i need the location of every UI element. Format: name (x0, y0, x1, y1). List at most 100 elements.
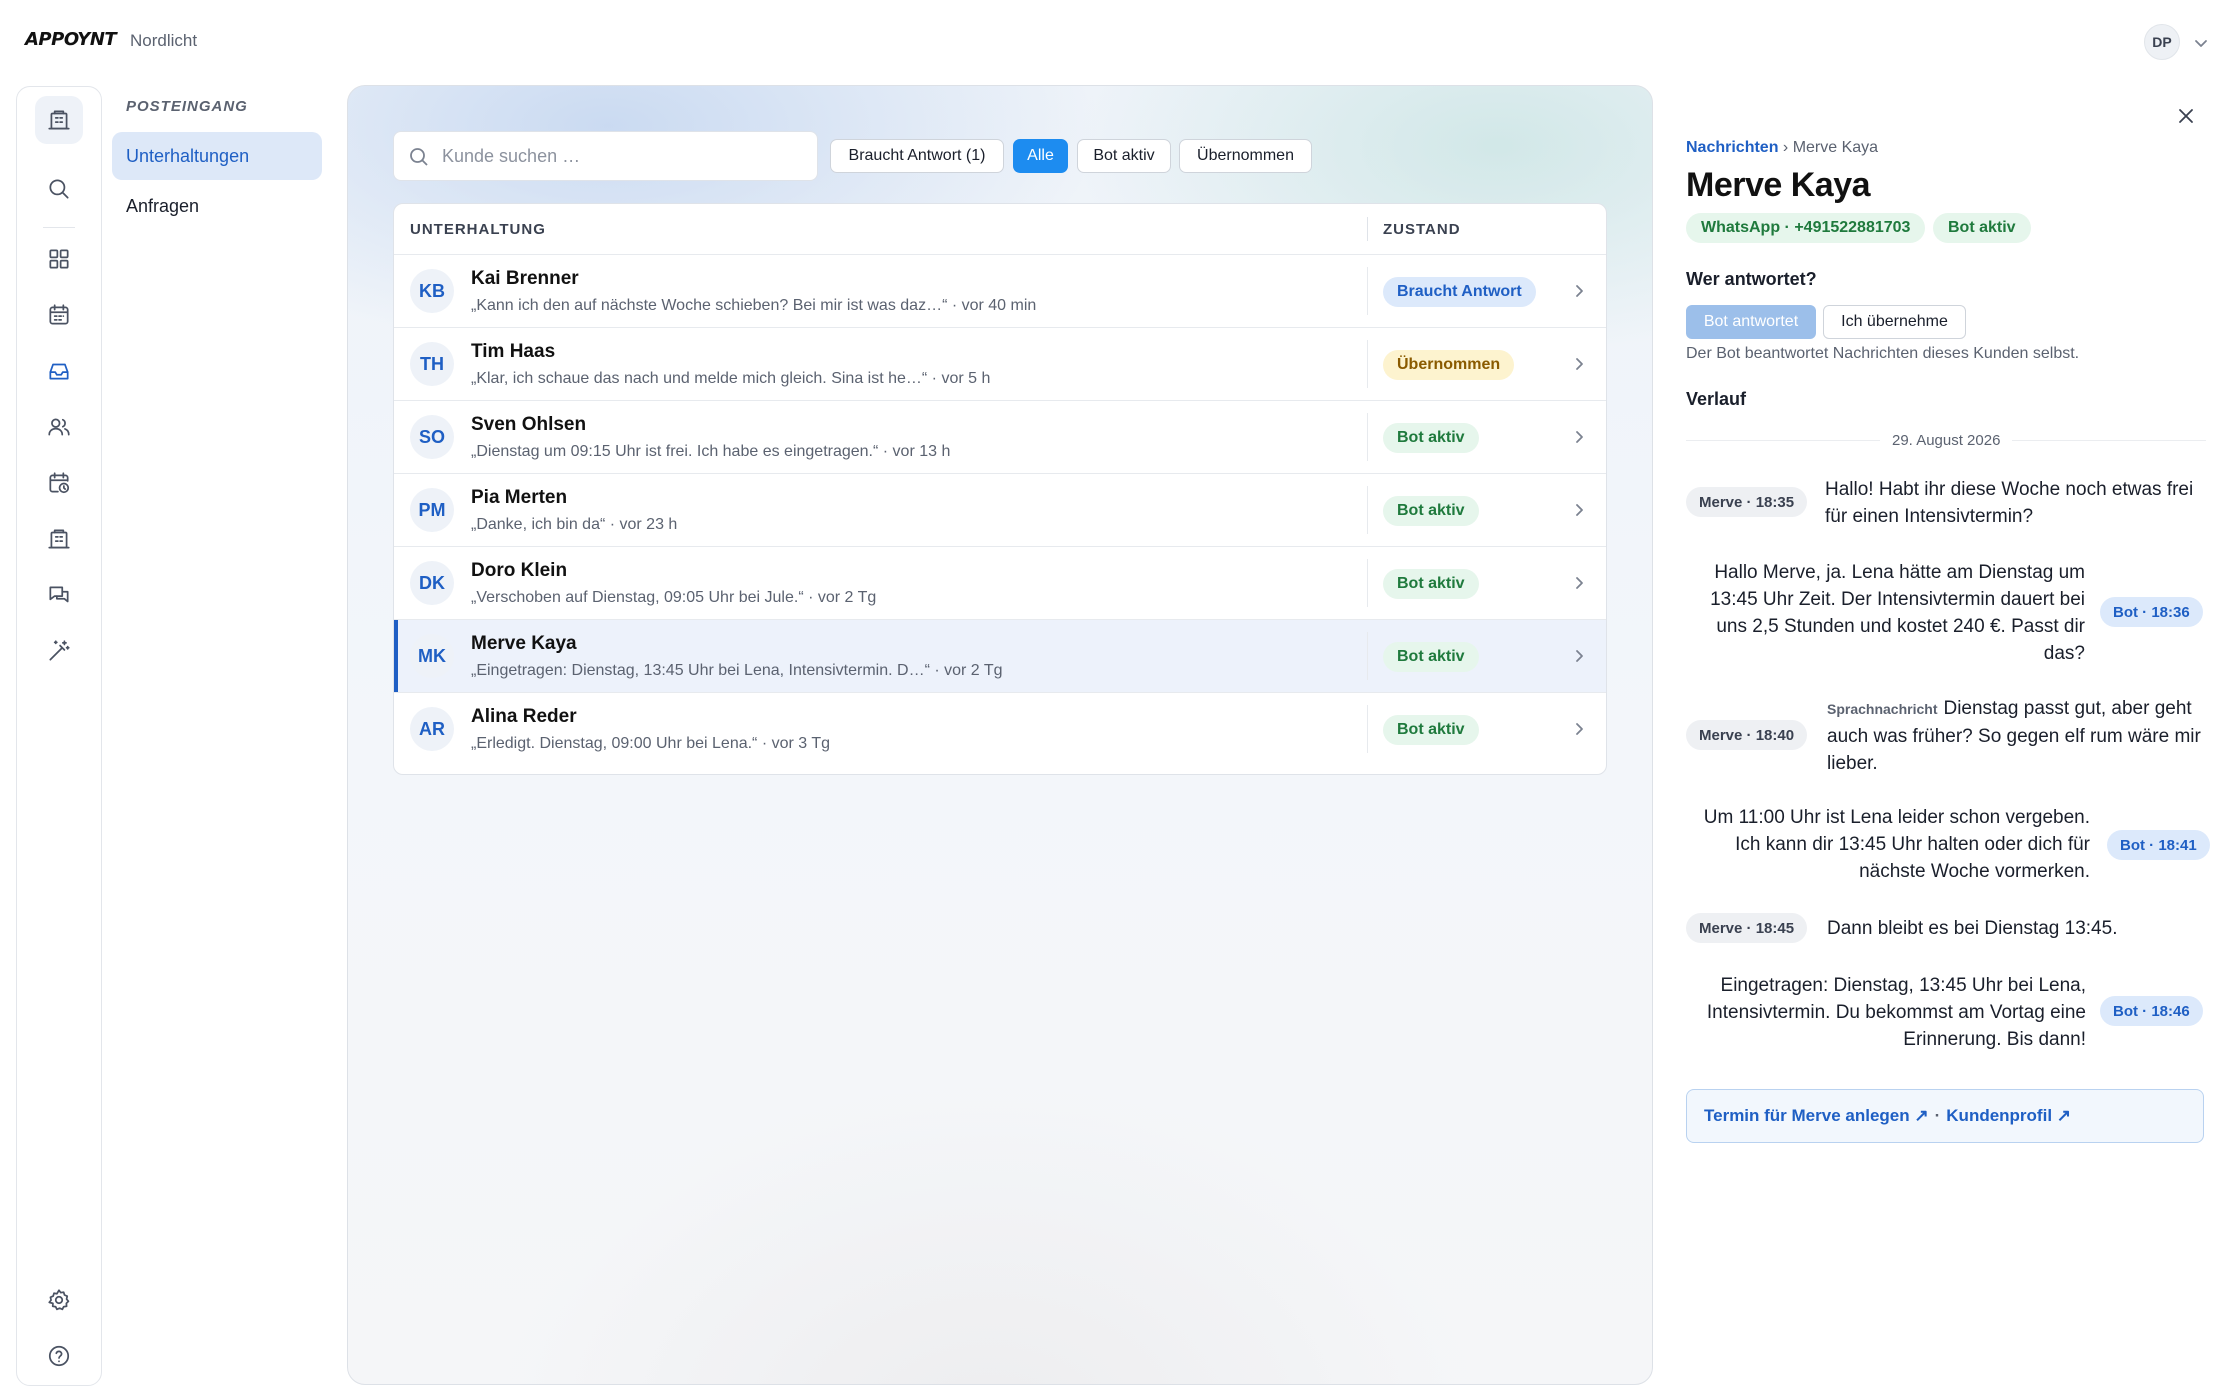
rail-messages-button[interactable] (35, 571, 83, 619)
table-row[interactable]: TH Tim Haas „Klar, ich schaue das nach u… (394, 327, 1606, 400)
rail-customers-button[interactable] (35, 403, 83, 451)
gear-icon (48, 1289, 70, 1311)
workspace-name[interactable]: Nordlicht (130, 31, 197, 51)
history-label: Verlauf (1686, 389, 1747, 409)
breadcrumb: Nachrichten › Merve Kaya (1686, 139, 1878, 157)
row-message-preview: „Verschoben auf Dienstag, 09:05 Uhr bei … (471, 589, 877, 606)
close-icon[interactable] (2172, 102, 2200, 130)
avatar: SO (410, 415, 454, 459)
filter-bot-active[interactable]: Bot aktiv (1077, 139, 1171, 173)
table-row[interactable]: PM Pia Merten „Danke, ich bin da“ · vor … (394, 473, 1606, 546)
magic-wand-icon (49, 640, 70, 661)
row-message-preview: „Kann ich den auf nächste Woche schieben… (471, 297, 1037, 314)
row-customer-name: Sven Ohlsen (471, 414, 587, 435)
users-icon (48, 418, 70, 436)
search-icon (410, 148, 428, 166)
subnav-item-conversations[interactable]: Unterhaltungen (112, 132, 322, 180)
message-sender-tag: Bot · 18:41 (2107, 830, 2210, 860)
chevron-down-icon[interactable] (2192, 34, 2208, 50)
row-divider (1367, 267, 1368, 315)
row-message-preview: „Erledigt. Dienstag, 09:00 Uhr bei Lena.… (471, 735, 830, 752)
bot-replies-button[interactable]: Bot antwortet (1686, 305, 1816, 339)
status-badge: Bot aktiv (1383, 715, 1479, 745)
table-row[interactable]: SO Sven Ohlsen „Dienstag um 09:15 Uhr is… (394, 400, 1606, 473)
create-appointment-link[interactable]: Termin für Merve anlegen ↗ (1704, 1106, 1929, 1126)
page-title: Merve Kaya (1686, 166, 1871, 204)
rail-divider (43, 227, 75, 228)
rail-settings-button[interactable] (35, 1276, 83, 1324)
chevron-right-icon (1570, 647, 1588, 665)
rail-help-button[interactable] (35, 1332, 83, 1380)
table-row[interactable]: KB Kai Brenner „Kann ich den auf nächste… (394, 254, 1606, 327)
row-message-preview: „Dienstag um 09:15 Uhr ist frei. Ich hab… (471, 443, 951, 460)
table-row[interactable]: AR Alina Reder „Erledigt. Dienstag, 09:0… (394, 692, 1606, 765)
rail-appointments-button[interactable] (35, 459, 83, 507)
chevron-right-icon (1570, 574, 1588, 592)
avatar: MK (410, 634, 454, 678)
subnav-item-requests[interactable]: Anfragen (112, 182, 322, 230)
message-sender-tag: Merve · 18:45 (1686, 913, 1808, 943)
calendar-clock-icon (49, 472, 70, 494)
message-outgoing: Um 11:00 Uhr ist Lena leider schon verge… (1703, 807, 2090, 882)
link-separator: · (1934, 1106, 1941, 1125)
customer-search[interactable] (393, 131, 818, 181)
channel-badge: WhatsApp · +491522881703 (1686, 213, 1926, 243)
rail-search-button[interactable] (35, 165, 83, 213)
status-badge: Bot aktiv (1383, 569, 1479, 599)
who-replies-label: Wer antwortet? (1686, 269, 1817, 289)
row-message-preview: „Danke, ich bin da“ · vor 23 h (471, 516, 678, 533)
chevron-right-icon (1570, 720, 1588, 738)
row-divider (1367, 413, 1368, 461)
icon-rail (16, 86, 102, 1386)
app-logo[interactable]: APPOYNT (25, 29, 117, 50)
avatar: KB (410, 269, 454, 313)
table-row[interactable]: DK Doro Klein „Verschoben auf Dienstag, … (394, 546, 1606, 619)
avatar: TH (410, 342, 454, 386)
column-header-conversation: UNTERHALTUNG (410, 220, 546, 238)
chevron-right-icon (1570, 501, 1588, 519)
avatar: PM (410, 488, 454, 532)
filter-needs-reply[interactable]: Braucht Antwort (1) (830, 139, 1004, 173)
chevron-right-icon (1570, 282, 1588, 300)
column-divider (1367, 217, 1368, 241)
table-row-selected[interactable]: MK Merve Kaya „Eingetragen: Dienstag, 13… (394, 619, 1606, 693)
building-icon (48, 110, 70, 130)
search-input[interactable] (442, 132, 802, 180)
status-badge: Bot aktiv (1383, 642, 1479, 672)
quick-links-box: Termin für Merve anlegen ↗ · Kundenprofi… (1686, 1089, 2204, 1143)
status-badge: Übernommen (1383, 350, 1515, 380)
message-incoming: Hallo! Habt ihr diese Woche noch etwas f… (1825, 479, 2194, 527)
row-customer-name: Doro Klein (471, 560, 568, 581)
user-avatar[interactable]: DP (2144, 24, 2180, 60)
avatar: AR (410, 707, 454, 751)
reply-mode-hint: Der Bot beantwortet Nachrichten dieses K… (1686, 345, 2080, 362)
message-outgoing: Eingetragen: Dienstag, 13:45 Uhr bei Len… (1706, 975, 2086, 1050)
row-divider (1367, 632, 1368, 680)
filter-taken-over[interactable]: Übernommen (1179, 139, 1312, 173)
message-sender-tag: Bot · 18:36 (2100, 597, 2203, 627)
rail-calendar-button[interactable] (35, 291, 83, 339)
message-incoming: Dann bleibt es bei Dienstag 13:45. (1827, 918, 2118, 939)
message-sender-tag: Merve · 18:40 (1686, 720, 1808, 750)
rail-building-button[interactable] (35, 96, 83, 144)
message-sender-tag: Bot · 18:46 (2100, 996, 2203, 1026)
column-header-status: ZUSTAND (1383, 220, 1461, 238)
rail-locations-button[interactable] (35, 515, 83, 563)
rail-dashboard-button[interactable] (35, 235, 83, 283)
rail-inbox-button[interactable] (35, 347, 83, 395)
take-over-button[interactable]: Ich übernehme (1823, 305, 1966, 339)
message-sender-tag: Merve · 18:35 (1686, 487, 1808, 517)
conversation-table: UNTERHALTUNG ZUSTAND KB Kai Brenner „Kan… (393, 203, 1607, 775)
rail-automation-button[interactable] (35, 627, 83, 675)
row-divider (1367, 340, 1368, 388)
status-badge: Bot aktiv (1383, 496, 1479, 526)
conversation-list-panel: Braucht Antwort (1) Alle Bot aktiv Übern… (347, 85, 1653, 1385)
row-customer-name: Merve Kaya (471, 633, 577, 654)
breadcrumb-link-messages[interactable]: Nachrichten (1686, 139, 1778, 156)
customer-profile-link[interactable]: Kundenprofil ↗ (1946, 1106, 2071, 1126)
filter-all[interactable]: Alle (1013, 139, 1068, 173)
row-customer-name: Pia Merten (471, 487, 568, 508)
calendar-icon (49, 304, 69, 325)
status-badge: Bot aktiv (1933, 213, 2031, 243)
row-customer-name: Alina Reder (471, 706, 577, 727)
